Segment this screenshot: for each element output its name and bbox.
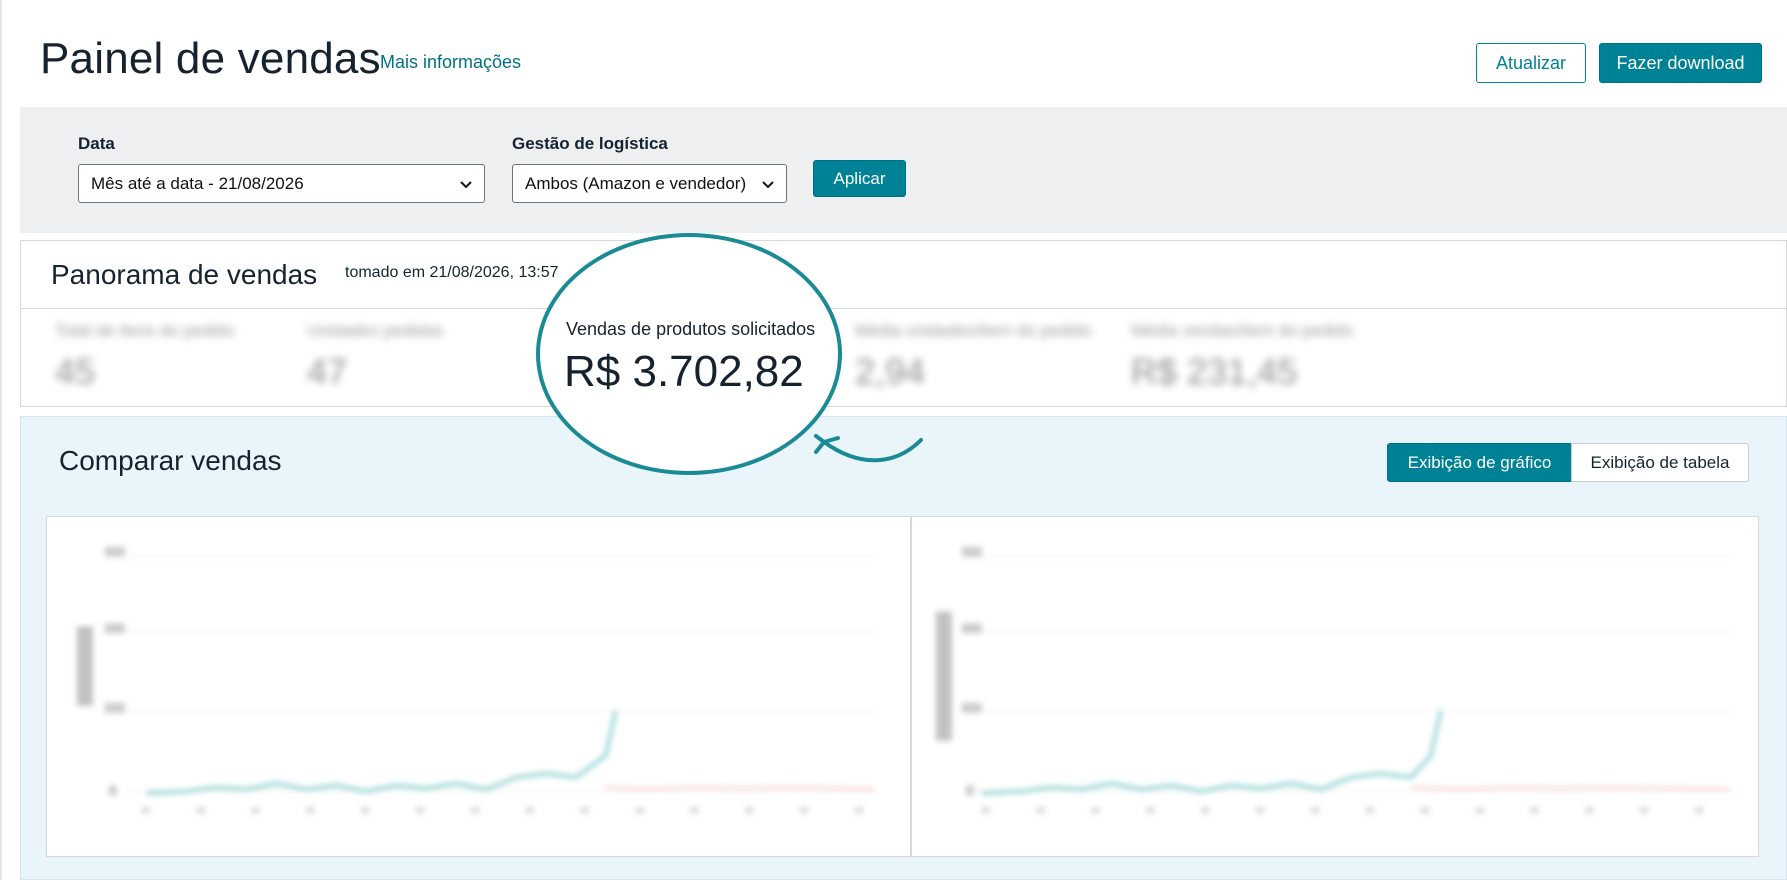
date-select-value: Mês até a data - 21/08/2026	[91, 173, 304, 193]
download-button[interactable]: Fazer download	[1599, 43, 1762, 83]
apply-button[interactable]: Aplicar	[813, 160, 906, 197]
highlight-callout: Vendas de produtos solicitados R$ 3.702,…	[536, 233, 842, 475]
units-line-chart	[76, 546, 876, 814]
more-info-link[interactable]: Mais informações	[380, 52, 521, 73]
metric-value: 2,94	[855, 351, 926, 392]
date-filter-label: Data	[78, 134, 115, 153]
highlight-metric-label: Vendas de produtos solicitados	[566, 319, 816, 339]
overview-timestamp: tomado em 21/08/2026, 13:57	[345, 264, 559, 281]
metric-label: Unidades pedidas	[307, 321, 444, 340]
sales-chart	[911, 516, 1759, 857]
metric-units-ordered: Unidades pedidas 47	[307, 321, 443, 393]
refresh-button[interactable]: Atualizar	[1476, 43, 1586, 83]
metric-value: 45	[55, 351, 96, 392]
page-title: Painel de vendas	[40, 34, 381, 83]
metric-label: Média unidades/item do pedido	[855, 321, 1092, 340]
compare-title: Comparar vendas	[59, 445, 282, 476]
chevron-down-icon	[460, 181, 472, 189]
sales-overview-panel: Panorama de vendas tomado em 21/08/2026,…	[20, 240, 1787, 407]
metric-avg-units: Média unidades/item do pedido 2,94	[855, 321, 1091, 393]
graph-view-toggle[interactable]: Exibição de gráfico	[1387, 443, 1572, 482]
metric-order-items: Total de itens do pedido 45	[55, 321, 235, 393]
date-select[interactable]: Mês até a data - 21/08/2026	[78, 164, 485, 203]
logistics-select-value: Ambos (Amazon e vendedor)	[525, 173, 747, 193]
logistics-select[interactable]: Ambos (Amazon e vendedor)	[512, 164, 787, 203]
table-view-toggle[interactable]: Exibição de tabela	[1571, 443, 1749, 482]
sales-line-chart	[935, 546, 1731, 814]
logistics-filter-label: Gestão de logística	[512, 134, 668, 153]
overview-title: Panorama de vendas	[51, 259, 318, 290]
highlight-metric-value: R$ 3.702,82	[564, 347, 804, 396]
metric-label: Média vendas/item do pedido	[1131, 321, 1354, 340]
curved-arrow-icon	[814, 434, 923, 463]
metric-value: 47	[307, 351, 348, 392]
metric-label: Total de itens do pedido	[55, 321, 235, 340]
chevron-down-icon	[762, 181, 774, 189]
left-border	[0, 0, 2, 880]
metric-value: R$ 231,45	[1131, 351, 1298, 392]
metric-avg-sales: Média vendas/item do pedido R$ 231,45	[1131, 321, 1353, 393]
units-chart	[46, 516, 911, 857]
overview-header: Panorama de vendas tomado em 21/08/2026,…	[21, 241, 1786, 309]
